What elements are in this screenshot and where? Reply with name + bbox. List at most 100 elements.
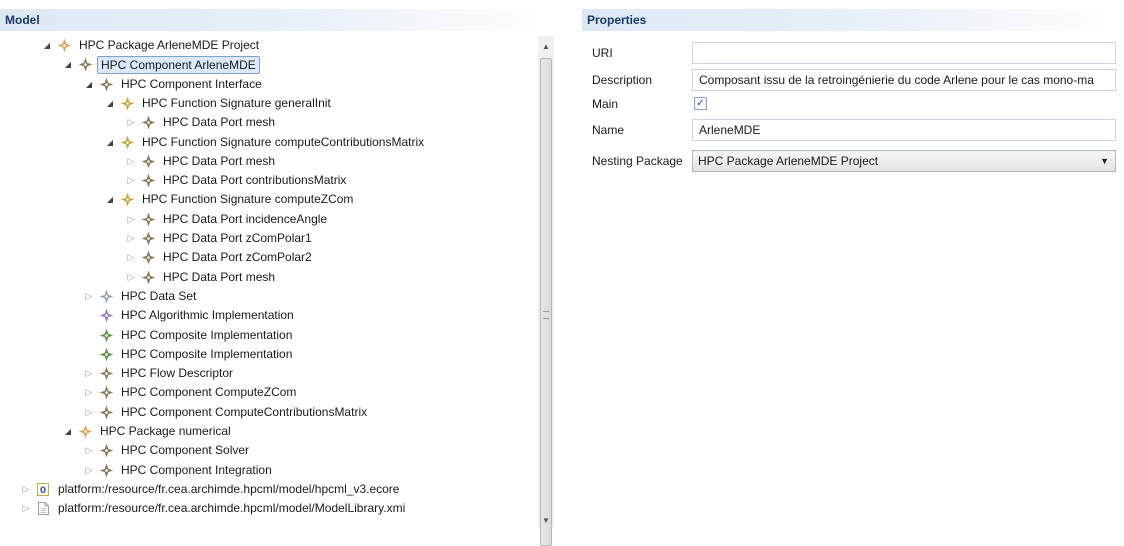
component-icon (99, 444, 113, 458)
collapsed-arrow-icon[interactable]: ▷ (125, 210, 137, 229)
dataset-icon (99, 289, 113, 303)
collapsed-arrow-icon[interactable]: ▷ (125, 171, 137, 190)
collapsed-arrow-icon[interactable]: ▷ (125, 113, 137, 132)
collapsed-arrow-icon[interactable]: ▷ (20, 499, 32, 518)
component-icon (99, 463, 113, 477)
tree-row[interactable]: ▷ HPC Component ComputeContributionsMatri… (83, 403, 370, 422)
tree-row[interactable]: ▷ HPC Data Port mesh (125, 113, 278, 132)
tree-row[interactable]: ▷ HPC Data Set (83, 287, 199, 306)
expanded-arrow-icon[interactable]: ◢ (62, 55, 74, 74)
composite-green-icon (99, 347, 113, 361)
package-icon (57, 39, 71, 53)
tree-row[interactable]: HPC Algorithmic Implementation (83, 306, 297, 325)
description-label: Description (592, 73, 653, 87)
tree-row[interactable]: ◢ HPC Function Signature computeContribut… (104, 133, 427, 152)
tree-row[interactable]: ▷ HPC Component Integration (83, 461, 275, 480)
tree-row[interactable]: ▷ HPC Data Port zComPolar2 (125, 248, 315, 267)
tree-row[interactable]: ▷ 0 platform:/resource/fr.cea.archimde.hpc… (20, 480, 402, 499)
tree-scrollbar[interactable]: ▲ ▼ (538, 36, 554, 546)
component-icon (78, 58, 92, 72)
tree-row[interactable]: ▷ HPC Data Port mesh (125, 268, 278, 287)
tree-row[interactable]: ▷ HPC Data Port contributionsMatrix (125, 171, 349, 190)
tree-row[interactable]: HPC Composite Implementation (83, 326, 295, 345)
component-icon (141, 232, 155, 246)
component-icon (99, 386, 113, 400)
function-icon (120, 96, 134, 110)
description-field[interactable]: Composant issu de la retroingénierie du … (692, 69, 1116, 91)
collapsed-arrow-icon[interactable]: ▷ (83, 364, 95, 383)
package-icon (78, 425, 92, 439)
collapsed-arrow-icon[interactable]: ▷ (83, 287, 95, 306)
scroll-thumb[interactable] (540, 58, 552, 546)
properties-panel-header: Properties (582, 9, 1124, 31)
nesting-package-label: Nesting Package (592, 154, 683, 168)
collapsed-arrow-icon[interactable]: ▷ (125, 152, 137, 171)
scroll-down-arrow-icon[interactable]: ▼ (538, 512, 554, 528)
scroll-up-arrow-icon[interactable]: ▲ (538, 38, 554, 54)
collapsed-arrow-icon[interactable]: ▷ (83, 383, 95, 402)
tree-row[interactable]: ◢ HPC Component Interface (83, 75, 265, 94)
nesting-package-select[interactable]: HPC Package ArleneMDE Project ▼ (692, 150, 1116, 172)
properties-panel-title: Properties (587, 13, 647, 27)
tree-row[interactable]: HPC Composite Implementation (83, 345, 295, 364)
component-icon (141, 251, 155, 265)
main-checkbox[interactable]: ✓ (694, 97, 707, 110)
tree-row[interactable]: ◢ HPC Function Signature generalInit (104, 94, 334, 113)
expanded-arrow-icon[interactable]: ◢ (104, 94, 116, 113)
tree-row[interactable]: ▷ HPC Flow Descriptor (83, 364, 236, 383)
expanded-arrow-icon[interactable]: ◢ (83, 75, 95, 94)
expanded-arrow-icon[interactable]: ◢ (104, 190, 116, 209)
tree-item-label: HPC Data Port zComPolar1 (163, 231, 312, 245)
tree-row[interactable]: ◢ HPC Function Signature computeZCom (104, 190, 356, 209)
component-icon (141, 116, 155, 130)
tree-item-label: HPC Function Signature computeContributi… (142, 134, 425, 149)
collapsed-arrow-icon[interactable]: ▷ (125, 268, 137, 287)
tree-row[interactable]: ▷ HPC Component ComputeZCom (83, 383, 299, 402)
expanded-arrow-icon[interactable]: ◢ (104, 133, 116, 152)
collapsed-arrow-icon[interactable]: ▷ (125, 229, 137, 248)
tree-item-label: HPC Component Interface (121, 76, 262, 91)
tree-item-label: platform:/resource/fr.cea.archimde.hpcml… (58, 501, 406, 516)
tree-item-label: HPC Component Integration (121, 462, 272, 477)
tree-item-label: HPC Data Port mesh (163, 115, 276, 130)
model-panel-header: Model (0, 9, 558, 31)
model-tree[interactable]: ◢ HPC Package ArleneMDE Project ◢ HPC Compo… (0, 36, 536, 528)
collapsed-arrow-icon[interactable]: ▷ (83, 441, 95, 460)
collapsed-arrow-icon[interactable]: ▷ (125, 248, 137, 267)
function-icon (120, 193, 134, 207)
tree-row[interactable]: ▷ HPC Component Solver (83, 441, 252, 460)
check-icon: ✓ (696, 97, 705, 109)
expanded-arrow-icon[interactable]: ◢ (62, 422, 74, 441)
name-label: Name (592, 123, 625, 137)
tree-item-label: HPC Component Solver (121, 443, 250, 458)
function-icon (120, 135, 134, 149)
expanded-arrow-icon[interactable]: ◢ (41, 36, 53, 55)
chevron-down-icon[interactable]: ▼ (1100, 151, 1109, 171)
uri-field[interactable] (692, 42, 1116, 64)
collapsed-arrow-icon[interactable]: ▷ (83, 403, 95, 422)
tree-row[interactable]: ▷ HPC Data Port incidenceAngle (125, 210, 330, 229)
tree-row[interactable]: ◢ HPC Package numerical (62, 422, 234, 441)
name-field[interactable]: ArleneMDE (692, 119, 1116, 141)
algorithm-icon (99, 309, 113, 323)
tree-row[interactable]: ▷ platform:/resource/fr.cea.archimde.hpcm… (20, 499, 408, 518)
uri-label: URI (592, 46, 613, 60)
collapsed-arrow-icon[interactable]: ▷ (83, 461, 95, 480)
scroll-grip-icon (543, 311, 549, 319)
component-icon (99, 367, 113, 381)
component-icon (99, 77, 113, 91)
collapsed-arrow-icon[interactable]: ▷ (20, 480, 32, 499)
tree-row[interactable]: ◢ HPC Component ArleneMDE (62, 55, 260, 74)
nesting-package-value: HPC Package ArleneMDE Project (698, 154, 879, 168)
tree-item-label: HPC Data Port zComPolar2 (163, 250, 312, 265)
tree-item-label: HPC Function Signature computeZCom (142, 192, 354, 207)
tree-item-label: HPC Data Set (121, 288, 197, 303)
tree-item-label: HPC Component ComputeContributionsMatrix (121, 404, 368, 419)
tree-item-label: HPC Algorithmic Implementation (121, 308, 294, 323)
composite-green-icon (99, 328, 113, 342)
tree-row[interactable]: ◢ HPC Package ArleneMDE Project (41, 36, 262, 55)
tree-item-label: HPC Data Port mesh (163, 269, 276, 284)
tree-row[interactable]: ▷ HPC Data Port mesh (125, 152, 278, 171)
tree-row[interactable]: ▷ HPC Data Port zComPolar1 (125, 229, 315, 248)
tree-item-label: HPC Component ComputeZCom (121, 385, 297, 400)
